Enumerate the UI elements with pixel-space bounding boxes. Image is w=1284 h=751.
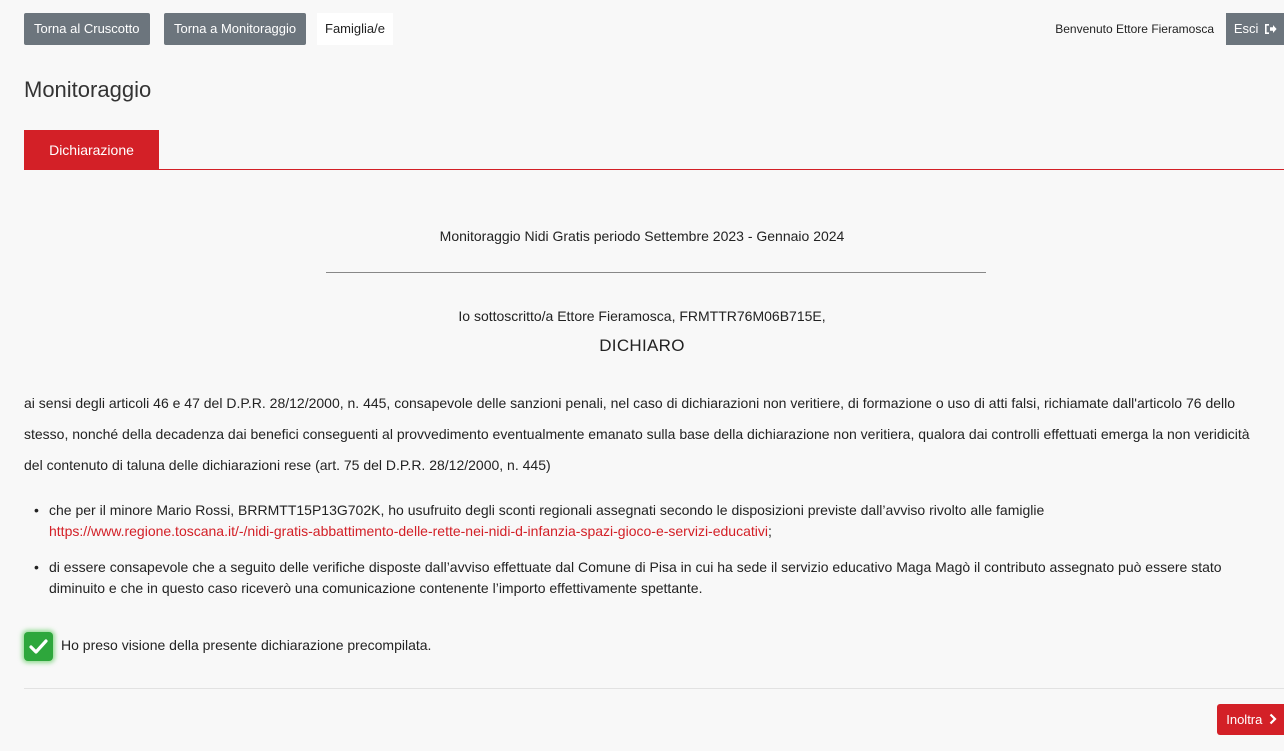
tab-underline: [24, 169, 1284, 170]
check-icon: [29, 639, 48, 654]
bullet-text: che per il minore Mario Rossi, BRRMTT15P…: [49, 502, 1045, 518]
submit-label: Inoltra: [1226, 712, 1263, 727]
top-bar: Torna al Cruscotto Torna a Monitoraggio …: [0, 0, 1284, 50]
back-to-dashboard-button[interactable]: Torna al Cruscotto: [24, 13, 150, 45]
welcome-text: Benvenuto Ettore Fieramosca: [1055, 22, 1214, 36]
regione-toscana-link[interactable]: https://www.regione.toscana.it/-/nidi-gr…: [49, 523, 768, 539]
declare-heading: DICHIARO: [599, 336, 685, 355]
legal-paragraph: ai sensi degli articoli 46 e 47 del D.P.…: [24, 395, 1250, 473]
submit-button[interactable]: Inoltra: [1217, 704, 1284, 735]
family-link[interactable]: Famiglia/e: [317, 13, 393, 45]
list-item: che per il minore Mario Rossi, BRRMTT15P…: [34, 500, 1274, 542]
link-suffix: ;: [767, 523, 772, 539]
back-to-monitoring-button[interactable]: Torna a Monitoraggio: [164, 13, 307, 45]
confirm-checkbox[interactable]: [24, 632, 53, 661]
declaration-list: che per il minore Mario Rossi, BRRMTT15P…: [34, 500, 1274, 614]
divider: [326, 272, 986, 273]
period-heading: Monitoraggio Nidi Gratis periodo Settemb…: [439, 228, 845, 244]
logout-button[interactable]: Esci: [1225, 13, 1284, 45]
logout-label: Esci: [1233, 21, 1259, 36]
page-title: Monitoraggio: [24, 77, 152, 102]
logout-icon: [1265, 24, 1277, 34]
bullet-text: di essere consapevole che a seguito dell…: [49, 559, 1222, 596]
chevron-right-icon: [1269, 713, 1277, 725]
tab-declaration[interactable]: Dichiarazione: [24, 130, 159, 170]
footer-divider: [24, 688, 1284, 689]
list-item: di essere consapevole che a seguito dell…: [34, 557, 1274, 599]
signatory-line: Io sottoscritto/a Ettore Fieramosca, FRM…: [458, 308, 826, 324]
confirm-label: Ho preso visione della presente dichiara…: [61, 637, 432, 653]
